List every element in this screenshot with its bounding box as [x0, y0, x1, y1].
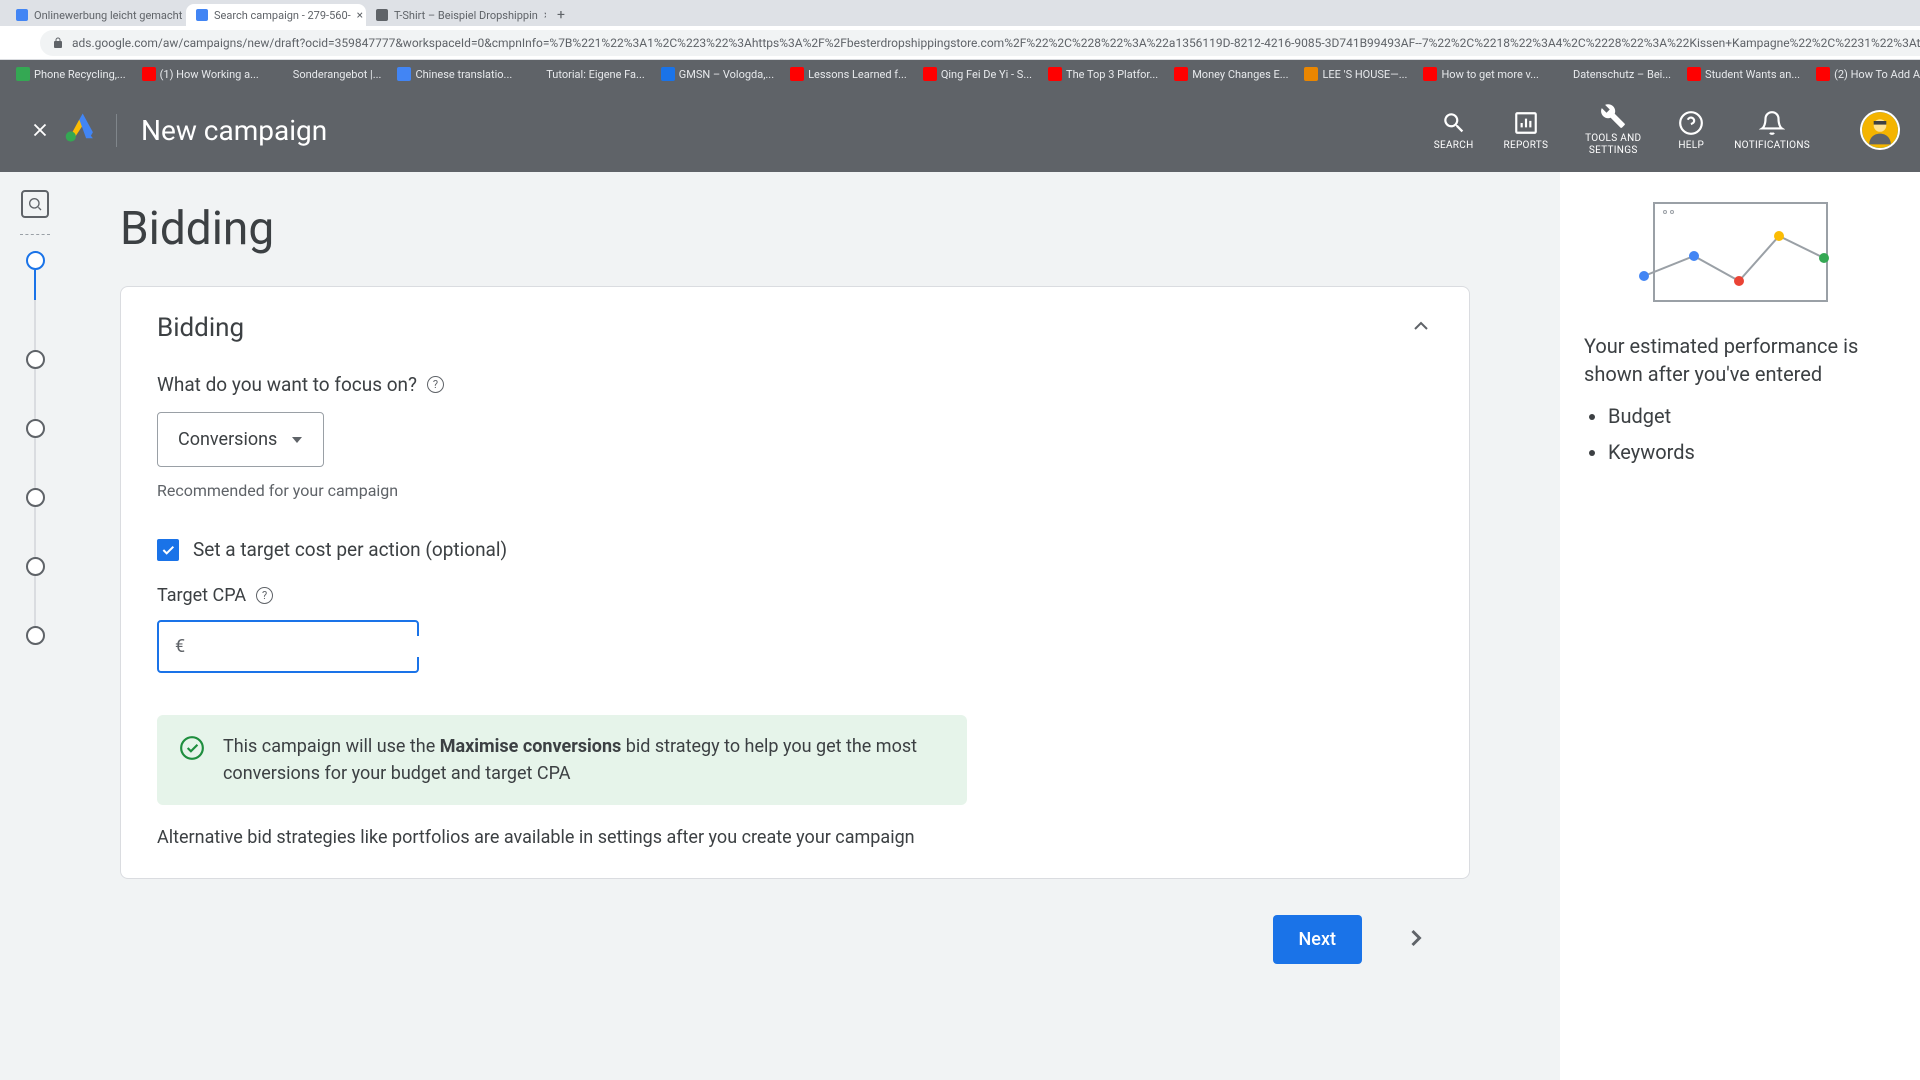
- google-ads-logo-icon: [64, 111, 98, 149]
- notifications-button[interactable]: NOTIFICATIONS: [1734, 110, 1810, 151]
- target-cpa-checkbox[interactable]: [157, 539, 179, 561]
- performance-list: Budget Keywords: [1584, 404, 1896, 464]
- search-label: SEARCH: [1434, 140, 1474, 151]
- campaign-stepper: [26, 251, 45, 645]
- favicon-icon: [196, 9, 208, 21]
- search-button[interactable]: SEARCH: [1434, 110, 1474, 151]
- user-avatar[interactable]: [1860, 110, 1900, 150]
- browser-tab[interactable]: T-Shirt – Beispiel Dropshippin ×: [366, 4, 546, 26]
- tab-title: Onlinewerbung leicht gemacht: [34, 9, 182, 22]
- favicon-icon: [16, 9, 28, 21]
- performance-panel: Your estimated performance is shown afte…: [1560, 172, 1920, 1080]
- target-cpa-label: Target CPA: [157, 585, 246, 606]
- overview-icon[interactable]: [21, 190, 49, 218]
- focus-hint: Recommended for your campaign: [157, 481, 1433, 500]
- bookmarks-bar: Phone Recycling,...(1) How Working a...S…: [0, 60, 1920, 88]
- main-content[interactable]: Bidding Bidding What do you want to focu…: [70, 172, 1520, 1080]
- bookmark-item[interactable]: (2) How To Add A...: [1810, 65, 1920, 83]
- left-rail: [0, 172, 70, 1080]
- browser-tab-strip: Onlinewerbung leicht gemacht × Search ca…: [0, 0, 1920, 26]
- step[interactable]: [26, 419, 45, 438]
- chevron-down-icon: [291, 434, 303, 446]
- step[interactable]: [26, 557, 45, 576]
- url-text: ads.google.com/aw/campaigns/new/draft?oc…: [72, 36, 1920, 50]
- favicon-icon: [376, 9, 388, 21]
- tools-settings-button[interactable]: TOOLS AND SETTINGS: [1578, 103, 1648, 157]
- bookmark-item[interactable]: Student Wants an...: [1681, 65, 1806, 83]
- new-tab-button[interactable]: +: [550, 4, 572, 26]
- bookmark-item[interactable]: Datenschutz – Bei...: [1549, 65, 1677, 83]
- browser-tab[interactable]: Onlinewerbung leicht gemacht ×: [6, 4, 186, 26]
- collapse-icon[interactable]: [1409, 314, 1433, 342]
- help-icon[interactable]: ?: [427, 376, 444, 393]
- app-header: New campaign SEARCH REPORTS TOOLS AND SE…: [0, 88, 1920, 172]
- bookmark-item[interactable]: GMSN – Vologda,...: [655, 65, 780, 83]
- reports-button[interactable]: REPORTS: [1504, 110, 1549, 151]
- check-icon: [160, 542, 176, 558]
- reports-label: REPORTS: [1504, 140, 1549, 151]
- close-button[interactable]: [20, 110, 60, 150]
- bookmark-item[interactable]: Lessons Learned f...: [784, 65, 913, 83]
- notifications-label: NOTIFICATIONS: [1734, 140, 1810, 151]
- currency-symbol: €: [175, 636, 185, 657]
- close-icon[interactable]: ×: [357, 8, 363, 22]
- section-heading: Bidding: [120, 202, 1470, 256]
- chart-placeholder-icon: [1653, 202, 1828, 302]
- check-circle-icon: [179, 735, 205, 761]
- help-button[interactable]: HELP: [1678, 110, 1704, 151]
- focus-value: Conversions: [178, 429, 277, 450]
- bidding-card: Bidding What do you want to focus on? ? …: [120, 286, 1470, 879]
- bookmark-item[interactable]: How to get more v...: [1417, 65, 1545, 83]
- tab-title: Search campaign - 279-560-: [214, 9, 351, 22]
- step-active[interactable]: [26, 251, 45, 270]
- bookmark-item[interactable]: (1) How Working a...: [136, 65, 265, 83]
- checkbox-label: Set a target cost per action (optional): [193, 538, 507, 561]
- banner-text-pre: This campaign will use the: [223, 736, 440, 757]
- target-cpa-input-wrapper[interactable]: €: [157, 620, 419, 673]
- bookmark-item[interactable]: Tutorial: Eigene Fa...: [522, 65, 651, 83]
- bookmark-item[interactable]: Phone Recycling,...: [10, 65, 132, 83]
- close-icon[interactable]: ×: [544, 8, 546, 22]
- banner-text-strong: Maximise conversions: [440, 736, 622, 757]
- browser-tab[interactable]: Search campaign - 279-560- ×: [186, 4, 366, 26]
- bookmark-item[interactable]: The Top 3 Platfor...: [1042, 65, 1164, 83]
- bookmark-item[interactable]: Sonderangebot |...: [269, 65, 388, 83]
- tab-title: T-Shirt – Beispiel Dropshippin: [394, 9, 538, 22]
- address-bar[interactable]: ads.google.com/aw/campaigns/new/draft?oc…: [40, 30, 1920, 56]
- list-item: Keywords: [1608, 440, 1896, 464]
- bookmark-item[interactable]: Qing Fei De Yi - S...: [917, 65, 1038, 83]
- list-item: Budget: [1608, 404, 1896, 428]
- alt-strategies-text: Alternative bid strategies like portfoli…: [157, 827, 1433, 848]
- browser-toolbar: ads.google.com/aw/campaigns/new/draft?oc…: [0, 26, 1920, 60]
- focus-select[interactable]: Conversions: [157, 412, 324, 467]
- tools-label: TOOLS AND SETTINGS: [1578, 133, 1648, 157]
- bookmark-item[interactable]: Money Changes E...: [1168, 65, 1294, 83]
- step[interactable]: [26, 488, 45, 507]
- card-title: Bidding: [157, 313, 244, 343]
- bookmark-item[interactable]: LEE 'S HOUSE—...: [1298, 65, 1413, 83]
- step[interactable]: [26, 350, 45, 369]
- performance-text: Your estimated performance is shown afte…: [1584, 332, 1896, 388]
- help-icon[interactable]: ?: [256, 587, 273, 604]
- help-label: HELP: [1678, 140, 1704, 151]
- page-title: New campaign: [116, 114, 327, 147]
- step[interactable]: [26, 626, 45, 645]
- lock-icon: [52, 37, 64, 49]
- bookmark-item[interactable]: Chinese translatio...: [391, 65, 518, 83]
- focus-label: What do you want to focus on?: [157, 373, 417, 396]
- strategy-banner: This campaign will use the Maximise conv…: [157, 715, 967, 805]
- next-button[interactable]: Next: [1273, 915, 1362, 964]
- target-cpa-input[interactable]: [195, 636, 423, 657]
- forward-chevron-icon[interactable]: [1402, 924, 1430, 956]
